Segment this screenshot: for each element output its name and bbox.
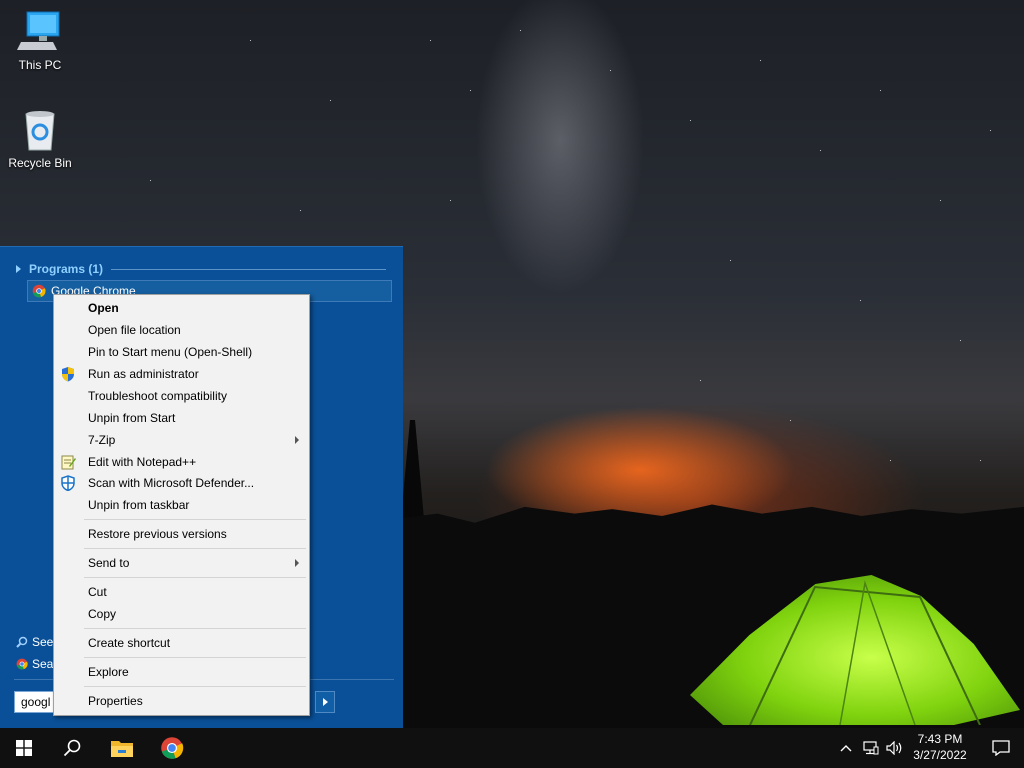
desktop-icon-label: Recycle Bin [8,156,72,170]
context-item-send-to[interactable]: Send to [54,553,309,573]
programs-header[interactable]: Programs (1) [16,261,386,277]
context-item-label: Open [88,301,119,315]
submenu-arrow-icon [295,436,299,444]
context-item-label: Properties [88,694,143,708]
taskbar-chrome[interactable] [148,728,196,768]
context-item-cut[interactable]: Cut [54,582,309,602]
context-menu-separator [84,686,306,687]
search-icon [16,636,28,648]
taskbar-search-button[interactable] [48,728,96,768]
context-item-label: Run as administrator [88,367,199,381]
go-arrow-icon [322,698,328,706]
start-icon [16,740,32,756]
context-item-pin-to-start[interactable]: Pin to Start menu (Open-Shell) [54,342,309,362]
context-item-label: Unpin from taskbar [88,498,190,512]
context-menu-separator [84,548,306,549]
context-item-run-as-administrator[interactable]: Run as administrator [54,364,309,384]
network-button[interactable] [860,728,882,768]
chevron-up-icon [840,745,852,752]
context-menu-separator [84,577,306,578]
uac-shield-icon [62,367,74,382]
header-rule [111,268,386,270]
volume-button[interactable] [884,728,906,768]
see-more-results[interactable]: See [16,635,53,649]
desktop-icon-label: This PC [18,58,62,72]
context-item-label: 7-Zip [88,433,116,447]
file-explorer-icon [111,741,133,757]
notification-icon [992,740,1010,756]
programs-header-label: Programs (1) [29,262,104,276]
start-button[interactable] [0,728,48,768]
taskbar: 7:43 PM 3/27/2022 [0,728,1024,768]
context-item-label: Troubleshoot compatibility [88,389,227,403]
context-item-label: Explore [88,665,129,679]
context-menu-separator [84,519,306,520]
context-item-label: Pin to Start menu (Open-Shell) [88,345,253,359]
tent-poles [749,580,981,725]
recycle-bin-icon [25,111,55,151]
desktop-icon-this-pc[interactable]: This PC [0,10,80,72]
context-item-unpin-from-taskbar[interactable]: Unpin from taskbar [54,495,309,515]
clock-time: 7:43 PM [917,732,963,746]
context-item-open-file-location[interactable]: Open file location [54,320,309,340]
show-hidden-icons-button[interactable] [836,728,856,768]
context-item-label: Restore previous versions [88,527,227,541]
expand-arrow-icon [16,265,21,273]
context-item-copy[interactable]: Copy [54,604,309,624]
desktop-icon-recycle-bin[interactable]: Recycle Bin [0,108,80,170]
context-item-label: Copy [88,607,117,621]
computer-icon [17,11,60,50]
chrome-icon [161,737,184,759]
submenu-arrow-icon [295,559,299,567]
see-more-label: See [32,635,54,649]
context-item-label: Open file location [88,323,181,337]
search-icon [63,739,81,757]
context-menu-separator [84,657,306,658]
context-item-create-shortcut[interactable]: Create shortcut [54,633,309,653]
context-menu: Open Open file location Pin to Start men… [53,294,310,716]
context-item-edit-with-notepad-plus-plus[interactable]: Edit with Notepad++ [54,452,309,472]
taskbar-clock[interactable]: 7:43 PM 3/27/2022 [906,731,974,765]
context-item-open[interactable]: Open [54,298,309,318]
context-item-explore[interactable]: Explore [54,662,309,682]
taskbar-file-explorer[interactable] [98,728,146,768]
chrome-icon [16,658,28,670]
context-item-properties[interactable]: Properties [54,691,309,711]
context-item-restore-previous-versions[interactable]: Restore previous versions [54,524,309,544]
context-item-troubleshoot-compatibility[interactable]: Troubleshoot compatibility [54,386,309,406]
defender-icon [61,475,75,491]
start-search-go-button[interactable] [315,691,335,713]
context-item-scan-with-defender[interactable]: Scan with Microsoft Defender... [54,473,309,493]
context-item-label: Send to [88,556,130,570]
volume-icon [886,741,902,755]
chrome-icon [32,284,46,298]
context-item-label: Unpin from Start [88,411,176,425]
context-item-label: Create shortcut [88,636,171,650]
context-item-label: Cut [88,585,107,599]
context-menu-separator [84,628,306,629]
search-the-web[interactable]: Sear [16,657,57,671]
action-center-button[interactable] [978,728,1024,768]
clock-date: 3/27/2022 [913,748,967,762]
notepad-plus-plus-icon [61,455,76,470]
network-icon [863,741,879,755]
context-item-label: Scan with Microsoft Defender... [88,476,255,490]
context-item-unpin-from-start[interactable]: Unpin from Start [54,408,309,428]
context-item-7zip[interactable]: 7-Zip [54,430,309,450]
context-item-label: Edit with Notepad++ [88,455,197,469]
